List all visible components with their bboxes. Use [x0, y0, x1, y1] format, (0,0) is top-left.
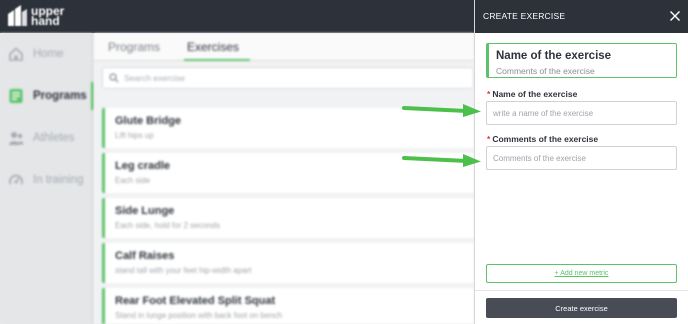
home-icon — [9, 47, 23, 61]
sidebar-item-athletes[interactable]: Athletes — [0, 124, 93, 152]
logo-icon — [8, 5, 27, 26]
exercise-comments-input[interactable] — [486, 146, 677, 170]
exercise-card[interactable]: Side Lunge Each side, hold for 2 seconds — [102, 198, 474, 238]
required-mark: * — [487, 134, 491, 144]
sidebar-item-label: Athletes — [33, 132, 75, 144]
sidebar-item-in-training[interactable]: In training — [0, 166, 93, 194]
comments-field-label: * Comments of the exercise — [487, 134, 598, 144]
sidebar-item-home[interactable]: Home — [0, 40, 93, 68]
programs-icon — [9, 89, 23, 103]
comments-field-label-text: Comments of the exercise — [492, 134, 599, 144]
tab-programs[interactable]: Programs — [108, 40, 160, 54]
exercise-note: Each side — [115, 176, 151, 185]
name-field-label: * Name of the exercise — [487, 89, 577, 99]
exercise-note: stand tall with your feet hip-width apar… — [115, 266, 252, 275]
app-logo[interactable]: upper hand — [6, 4, 71, 28]
add-new-metric-button[interactable]: + Add new metric — [486, 264, 677, 283]
exercise-name: Leg cradle — [115, 160, 171, 172]
exercise-note: Lift hips up — [115, 131, 154, 140]
sidebar-item-label: Programs — [33, 90, 87, 102]
create-exercise-button[interactable]: Create exercise — [486, 298, 677, 318]
logo-text: upper hand — [31, 5, 71, 28]
required-mark: * — [487, 89, 491, 99]
create-exercise-panel: CREATE EXERCISE Name of the exercise Com… — [474, 0, 688, 324]
logo-text-line-2: hand — [31, 14, 60, 28]
search-input[interactable]: Search exercise — [102, 67, 474, 89]
search-placeholder: Search exercise — [124, 73, 185, 83]
footer-divider — [475, 290, 688, 291]
exercise-name: Rear Foot Elevated Split Squat — [115, 295, 276, 307]
athletes-icon — [9, 132, 24, 145]
tab-active-underline — [184, 59, 250, 61]
in-training-icon — [9, 174, 23, 185]
exercise-card[interactable]: Calf Raises stand tall with your feet hi… — [102, 243, 474, 283]
sidebar-item-programs[interactable]: Programs — [0, 82, 94, 110]
panel-title: CREATE EXERCISE — [483, 11, 566, 21]
preview-exercise-name: Name of the exercise — [496, 50, 612, 62]
sidebar: Home Programs Athletes In training — [0, 33, 94, 324]
preview-exercise-comment: Comments of the exercise — [496, 66, 595, 76]
exercise-name: Side Lunge — [115, 205, 175, 217]
exercise-name-input[interactable] — [486, 101, 677, 125]
main-content: Programs Exercises Search exercise Glute… — [94, 33, 474, 324]
exercise-preview-card: Name of the exercise Comments of the exe… — [486, 43, 677, 78]
close-icon[interactable] — [669, 10, 681, 22]
name-field-label-text: Name of the exercise — [492, 89, 578, 99]
exercise-note: Each side, hold for 2 seconds — [115, 221, 220, 230]
sidebar-item-label: In training — [33, 174, 84, 186]
exercise-name: Calf Raises — [115, 250, 175, 262]
sidebar-item-label: Home — [33, 48, 64, 60]
tab-exercises[interactable]: Exercises — [187, 40, 239, 54]
search-icon — [109, 73, 119, 83]
exercise-note: Stand in lunge position with back foot o… — [115, 311, 283, 320]
panel-header: CREATE EXERCISE — [475, 0, 688, 33]
tab-bar: Programs Exercises — [94, 33, 474, 61]
annotation-arrow-icon — [402, 104, 481, 117]
exercise-name: Glute Bridge — [115, 115, 182, 127]
exercise-card[interactable]: Rear Foot Elevated Split Squat Stand in … — [102, 288, 474, 324]
annotation-arrow-icon — [402, 154, 481, 167]
